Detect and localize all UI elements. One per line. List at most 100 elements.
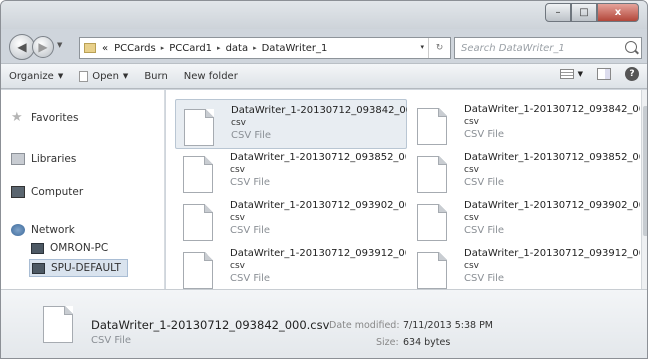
size-label: Size: [376, 337, 399, 348]
csv-file-icon [183, 204, 213, 241]
file-item[interactable]: DataWriter_1-20130712_093912_006. csv CS… [175, 243, 407, 293]
csv-file-icon [184, 109, 214, 146]
scrollbar-thumb[interactable] [643, 106, 647, 236]
sidebar-item-computer[interactable]: Computer [11, 186, 83, 198]
libraries-icon [11, 153, 25, 165]
sidebar-item-label: Computer [31, 186, 84, 198]
computer-icon [11, 186, 25, 198]
breadcrumb-pccards[interactable]: PCCards [114, 43, 156, 54]
file-type: CSV File [464, 177, 505, 188]
burn-button[interactable]: Burn [136, 66, 175, 86]
sidebar-item-omron-pc[interactable]: OMRON-PC [31, 242, 108, 254]
chevron-down-icon: ▼ [57, 72, 64, 80]
file-name: DataWriter_1-20130712_093912_007. [464, 248, 640, 259]
sidebar-item-network[interactable]: Network [11, 224, 75, 236]
address-overflow-chevron[interactable]: « [102, 43, 108, 54]
address-history-dropdown[interactable]: ▾ [420, 43, 424, 51]
search-placeholder: Search DataWriter_1 [461, 42, 565, 54]
navigation-bar: ◀ ▶ ▼ « PCCards ▸ PCCard1 ▸ data ▸ DataW… [1, 31, 647, 61]
date-modified-label: Date modified: [329, 320, 400, 331]
file-item[interactable]: DataWriter_1-20130712_093842_000. csv CS… [175, 99, 407, 149]
file-type: CSV File [230, 177, 271, 188]
window-controls: – □ x [545, 3, 639, 22]
forward-button[interactable]: ▶ [32, 36, 54, 58]
network-computer-icon [31, 242, 44, 254]
sidebar-item-favorites[interactable]: ★ Favorites [11, 110, 79, 125]
open-label: Open [92, 70, 119, 82]
file-extension: csv [464, 213, 479, 223]
forward-arrow-icon: ▶ [38, 40, 48, 54]
file-name: DataWriter_1-20130712_093852_003. [464, 152, 640, 163]
recent-pages-dropdown[interactable]: ▼ [57, 41, 62, 49]
file-extension: csv [464, 165, 479, 175]
back-arrow-icon: ◀ [17, 40, 27, 54]
organize-button[interactable]: Organize ▼ [1, 66, 71, 86]
breadcrumb-separator-icon[interactable]: ▸ [161, 44, 165, 52]
folder-icon [84, 43, 96, 53]
star-icon: ★ [11, 110, 23, 125]
close-button[interactable]: x [597, 3, 639, 22]
breadcrumb-data[interactable]: data [226, 43, 249, 54]
csv-file-icon [183, 252, 213, 289]
change-view-button[interactable]: ▼ [559, 69, 583, 79]
file-extension: csv [464, 117, 479, 127]
new-folder-button[interactable]: New folder [176, 66, 246, 86]
csv-file-icon [417, 156, 447, 193]
navigation-pane: ★ Favorites Libraries Computer Network O… [1, 90, 165, 289]
address-bar[interactable]: « PCCards ▸ PCCard1 ▸ data ▸ DataWriter_… [79, 37, 451, 59]
file-name: DataWriter_1-20130712_093842_000. [231, 105, 407, 116]
chevron-down-icon: ▼ [577, 70, 583, 78]
breadcrumb-separator-icon[interactable]: ▸ [253, 44, 257, 52]
minimize-button[interactable]: – [545, 3, 571, 22]
chevron-down-icon: ▼ [122, 72, 129, 80]
search-input[interactable]: Search DataWriter_1 [454, 37, 642, 59]
file-item[interactable]: DataWriter_1-20130712_093912_007. csv CS… [409, 243, 641, 293]
file-extension: csv [230, 213, 245, 223]
file-item[interactable]: DataWriter_1-20130712_093902_005. csv CS… [409, 195, 641, 245]
csv-file-icon [417, 108, 447, 145]
file-name: DataWriter_1-20130712_093902_004. [230, 200, 406, 211]
vertical-scrollbar[interactable] [641, 90, 647, 289]
csv-file-icon [417, 204, 447, 241]
refresh-icon[interactable]: ↻ [428, 38, 450, 58]
sidebar-item-label: OMRON-PC [50, 242, 109, 254]
views-icon [559, 69, 574, 79]
breadcrumb-separator-icon[interactable]: ▸ [217, 44, 221, 52]
open-button[interactable]: Open ▼ [71, 66, 136, 86]
command-bar: Organize ▼ Open ▼ Burn New folder ▼ ? [1, 63, 647, 89]
file-name: DataWriter_1-20130712_093842_001. [464, 104, 640, 115]
file-item[interactable]: DataWriter_1-20130712_093852_003. csv CS… [409, 147, 641, 197]
breadcrumb-pccard1[interactable]: PCCard1 [169, 43, 212, 54]
file-extension: csv [230, 165, 245, 175]
sidebar-item-spu-default[interactable]: SPU-DEFAULT [29, 259, 128, 277]
sidebar-item-label: SPU-DEFAULT [51, 262, 121, 274]
csv-file-icon [183, 156, 213, 193]
help-icon[interactable]: ? [625, 67, 639, 81]
file-name: DataWriter_1-20130712_093912_006. [230, 248, 406, 259]
sidebar-item-libraries[interactable]: Libraries [11, 153, 76, 165]
document-icon [79, 70, 89, 82]
file-type: CSV File [230, 273, 271, 284]
breadcrumb-datawriter-1[interactable]: DataWriter_1 [262, 43, 328, 54]
file-item[interactable]: DataWriter_1-20130712_093902_004. csv CS… [175, 195, 407, 245]
file-item[interactable]: DataWriter_1-20130712_093852_002. csv CS… [175, 147, 407, 197]
search-icon[interactable] [625, 41, 637, 53]
file-extension: csv [231, 118, 246, 128]
csv-file-icon [417, 252, 447, 289]
explorer-window: – □ x ◀ ▶ ▼ « PCCards ▸ PCCard1 ▸ data ▸… [0, 0, 648, 359]
selected-file-name: DataWriter_1-20130712_093842_000.csv [91, 318, 330, 332]
sidebar-item-label: Favorites [31, 112, 79, 124]
preview-pane-icon[interactable] [597, 68, 611, 80]
sidebar-item-label: Network [31, 224, 75, 236]
file-type: CSV File [464, 273, 505, 284]
file-extension: csv [230, 261, 245, 271]
file-type: CSV File [464, 129, 505, 140]
title-bar: – □ x [1, 1, 647, 29]
file-extension: csv [464, 261, 479, 271]
file-name: DataWriter_1-20130712_093852_002. [230, 152, 406, 163]
sidebar-item-label: Libraries [31, 153, 77, 165]
view-controls: ▼ ? [559, 67, 639, 81]
details-pane: DataWriter_1-20130712_093842_000.csv CSV… [1, 289, 647, 358]
maximize-button[interactable]: □ [571, 3, 597, 22]
file-item[interactable]: DataWriter_1-20130712_093842_001. csv CS… [409, 99, 641, 149]
